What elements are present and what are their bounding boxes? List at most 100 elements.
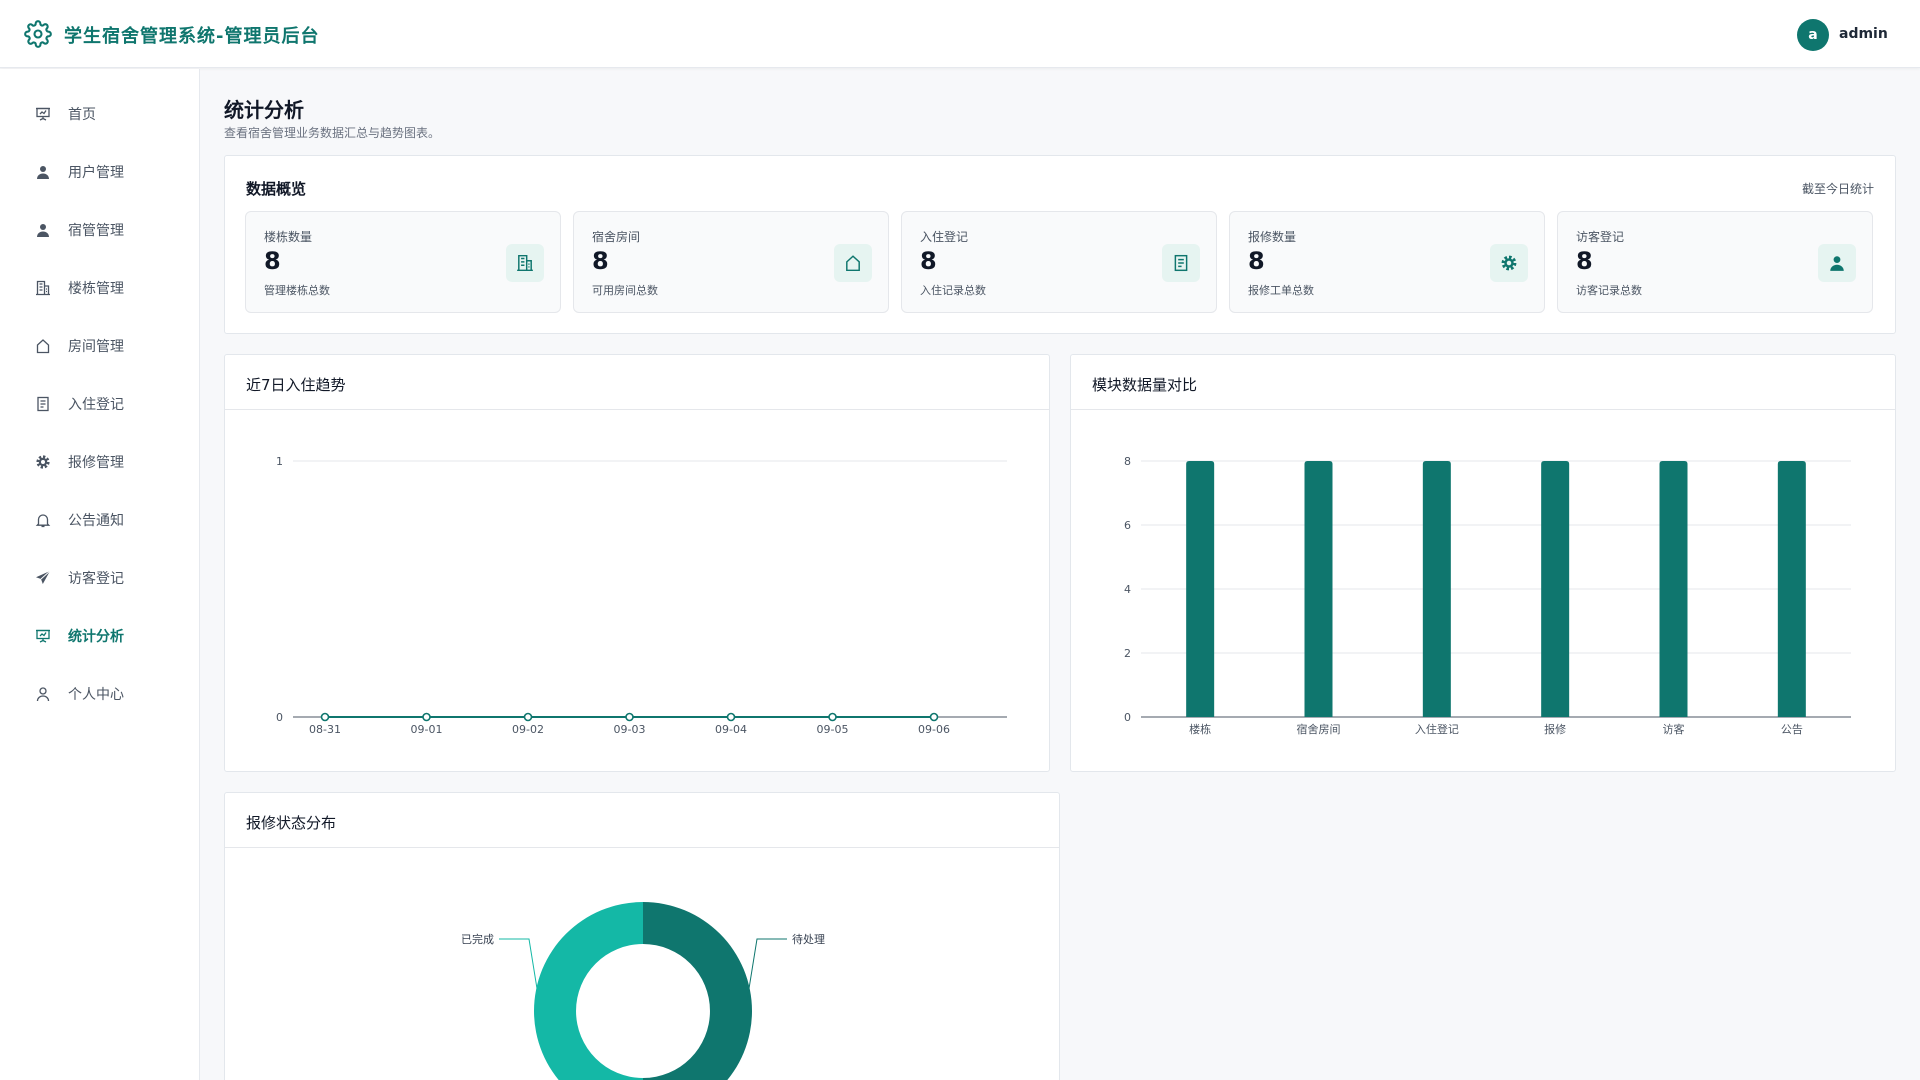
stat-card-visitors: 访客登记 8 访客记录总数	[1557, 211, 1873, 313]
slice-label: 已完成	[461, 932, 494, 946]
user-icon	[34, 163, 52, 181]
y-tick-label: 4	[1124, 583, 1131, 596]
bar	[1659, 461, 1688, 717]
stat-value: 8	[1576, 247, 1593, 275]
sidebar-item-notice[interactable]: 公告通知	[0, 498, 199, 542]
user-outline-icon	[34, 685, 52, 703]
gear-icon	[24, 20, 52, 48]
home-icon	[834, 244, 872, 282]
stat-card-buildings: 楼栋数量 8 管理楼栋总数	[245, 211, 561, 313]
paper-plane-icon	[34, 569, 52, 587]
donut-slice	[534, 902, 643, 1080]
line-chart: 0 1 08-31 09-01 09-02 09-03 09-04 09-05 09-06	[276, 455, 1007, 736]
data-point	[828, 712, 837, 722]
bar	[1777, 461, 1806, 717]
user-icon	[1818, 244, 1856, 282]
stat-value: 8	[592, 247, 609, 275]
stat-card-rooms: 宿舍房间 8 可用房间总数	[573, 211, 889, 313]
app-title: 学生宿舍管理系统-管理员后台	[64, 26, 320, 47]
bar	[1186, 461, 1215, 717]
stat-card-checkins: 入住登记 8 入住记录总数	[901, 211, 1217, 313]
sidebar-item-home[interactable]: 首页	[0, 92, 199, 136]
sidebar-item-room[interactable]: 房间管理	[0, 324, 199, 368]
donut-slice	[643, 902, 752, 1080]
data-point	[726, 712, 736, 722]
label-line	[746, 938, 787, 1002]
trend-title: 近7日入住趋势	[246, 376, 346, 394]
page-title: 统计分析	[224, 98, 304, 122]
trend-panel: 近7日入住趋势 0 1 08-31 09-01 09-02 09-03 09-04 09-05…	[224, 354, 1050, 772]
sidebar-item-repair[interactable]: 报修管理	[0, 440, 199, 484]
x-tick-label: 访客	[1663, 722, 1685, 736]
user-icon	[34, 221, 52, 239]
overview-note: 截至今日统计	[1801, 182, 1874, 196]
divider	[1071, 409, 1895, 410]
sidebar-item-building[interactable]: 楼栋管理	[0, 266, 199, 310]
x-tick-label: 楼栋	[1189, 722, 1211, 736]
x-tick-label: 09-04	[715, 723, 747, 736]
bar	[1541, 461, 1570, 717]
stat-label: 访客登记	[1576, 230, 1625, 244]
presentation-board-icon	[34, 105, 52, 123]
avatar[interactable]: a	[1797, 19, 1829, 51]
y-tick-label: 6	[1124, 519, 1131, 532]
x-tick-label: 09-01	[411, 723, 443, 736]
y-tick-label: 0	[1124, 711, 1131, 724]
sidebar-item-profile[interactable]: 个人中心	[0, 672, 199, 716]
page-subtitle: 查看宿舍管理业务数据汇总与趋势图表。	[224, 126, 441, 140]
y-tick-label: 0	[276, 711, 283, 724]
stat-label: 入住登记	[920, 230, 969, 244]
document-icon	[1162, 244, 1200, 282]
data-point	[523, 712, 533, 722]
stat-desc: 可用房间总数	[592, 284, 658, 297]
y-tick-label: 2	[1124, 647, 1131, 660]
y-tick-label: 1	[276, 455, 283, 468]
divider	[225, 847, 1059, 848]
stat-label: 楼栋数量	[264, 230, 313, 244]
x-tick-label: 09-06	[918, 723, 950, 736]
username[interactable]: admin	[1839, 26, 1888, 42]
stat-desc: 管理楼栋总数	[264, 284, 330, 297]
home-icon	[34, 337, 52, 355]
compare-panel: 模块数据量对比 0 2 4 6 8 楼栋 宿舍房间 入住登记 报修 访客 公告	[1070, 354, 1896, 772]
gear-icon	[1490, 244, 1528, 282]
overview-title: 数据概览	[246, 180, 307, 198]
sidebar-item-visitor[interactable]: 访客登记	[0, 556, 199, 600]
x-tick-label: 报修	[1544, 722, 1566, 736]
label-line	[499, 938, 540, 1002]
presentation-board-icon	[34, 627, 52, 645]
sidebar-item-checkin[interactable]: 入住登记	[0, 382, 199, 426]
data-point	[422, 712, 431, 722]
building-icon	[506, 244, 544, 282]
x-tick-label: 09-03	[614, 723, 646, 736]
bar	[1304, 461, 1333, 717]
x-tick-label: 08-31	[309, 723, 341, 736]
gear-icon	[34, 453, 52, 471]
building-icon	[34, 279, 52, 297]
sidebar-item-dorm-manager[interactable]: 宿管管理	[0, 208, 199, 252]
compare-title: 模块数据量对比	[1092, 376, 1198, 394]
top-header: 学生宿舍管理系统-管理员后台 a admin	[0, 0, 1920, 68]
x-tick-label: 宿舍房间	[1297, 722, 1341, 736]
sidebar-item-user-management[interactable]: 用户管理	[0, 150, 199, 194]
stat-desc: 访客记录总数	[1576, 284, 1642, 297]
document-icon	[34, 395, 52, 413]
stat-card-repairs: 报修数量 8 报修工单总数	[1229, 211, 1545, 313]
bar-chart: 0 2 4 6 8 楼栋 宿舍房间 入住登记 报修 访客 公告	[1124, 455, 1851, 736]
stat-label: 宿舍房间	[592, 230, 641, 244]
stat-value: 8	[1248, 247, 1265, 275]
data-point	[625, 712, 634, 722]
stat-label: 报修数量	[1248, 230, 1297, 244]
x-tick-label: 入住登记	[1415, 722, 1459, 736]
sidebar-item-statistics[interactable]: 统计分析	[0, 614, 199, 658]
overview-card: 数据概览 截至今日统计 楼栋数量 8 管理楼栋总数 宿舍房间 8 可用房间总数 …	[224, 155, 1896, 334]
data-point	[929, 712, 939, 722]
x-tick-label: 公告	[1781, 723, 1803, 736]
stat-desc: 报修工单总数	[1248, 284, 1314, 297]
x-tick-label: 09-02	[512, 723, 544, 736]
data-point	[320, 712, 330, 722]
slice-label: 待处理	[792, 932, 825, 946]
stat-desc: 入住记录总数	[920, 284, 986, 297]
y-tick-label: 8	[1124, 455, 1131, 468]
stat-value: 8	[920, 247, 937, 275]
